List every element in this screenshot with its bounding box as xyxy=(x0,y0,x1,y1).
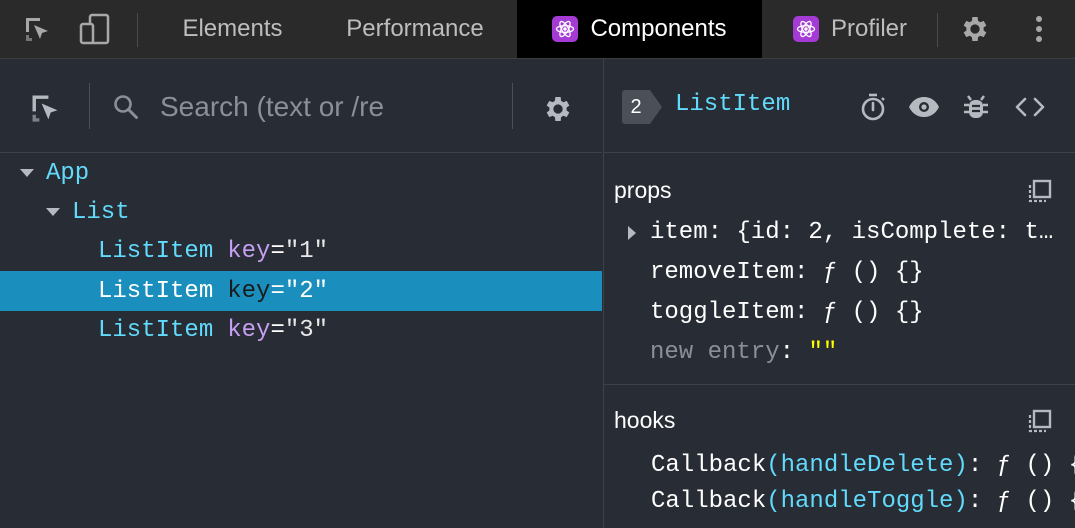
key-attr-value: "1" xyxy=(284,237,329,265)
collapse-triangle-icon[interactable] xyxy=(46,208,60,216)
new-entry-key-input[interactable]: new entry xyxy=(650,339,780,366)
key-equals: = xyxy=(270,316,285,344)
tab-performance[interactable]: Performance xyxy=(320,0,510,58)
selected-component-title: ListItem xyxy=(675,91,791,118)
toolbar-divider xyxy=(937,13,938,47)
copy-icon[interactable] xyxy=(1026,177,1054,205)
badge-arrow xyxy=(650,90,662,124)
hook-arg: (handleDelete) xyxy=(766,452,968,479)
owner-count-badge: 2 xyxy=(622,90,666,124)
key-attr-label: key xyxy=(227,277,271,305)
react-logo-icon xyxy=(792,16,819,42)
hook-row[interactable]: Callback(handleToggle): ƒ () {} xyxy=(651,488,1075,515)
props-section-title: props xyxy=(614,177,672,203)
stopwatch-icon[interactable] xyxy=(855,90,891,124)
toolbar-divider xyxy=(512,83,513,129)
new-entry-colon: : xyxy=(779,339,795,366)
prop-row-removeitem[interactable]: removeItem: ƒ () {} xyxy=(650,259,924,286)
bug-icon[interactable] xyxy=(958,90,994,124)
hook-row[interactable]: Callback(handleDelete): ƒ () {} xyxy=(651,452,1075,479)
tree-node-app[interactable]: App xyxy=(0,153,602,193)
prop-text: removeItem: ƒ () {} xyxy=(650,259,924,286)
select-element-icon[interactable] xyxy=(20,11,54,47)
tab-profiler[interactable]: Profiler xyxy=(770,0,930,58)
key-attr-label: key xyxy=(227,237,271,265)
hook-name: Callback xyxy=(651,488,767,515)
copy-icon[interactable] xyxy=(1026,407,1054,435)
inspector-pane: 2 ListItem props item: {id: 2, isComplet… xyxy=(603,59,1075,528)
tree-node-list[interactable]: List xyxy=(0,192,602,232)
tab-elements[interactable]: Elements xyxy=(160,0,305,58)
tree-toolbar xyxy=(0,59,602,153)
key-attr-value: "2" xyxy=(284,277,329,305)
hook-value: : ƒ () {} xyxy=(967,488,1075,515)
tree-node-listitem-selected[interactable]: ListItem key = "2" xyxy=(0,271,602,311)
prop-text: toggleItem: ƒ () {} xyxy=(650,299,924,326)
expand-triangle-icon[interactable] xyxy=(628,226,636,240)
new-entry-row[interactable]: new entry: "" xyxy=(650,339,837,366)
device-toolbar-icon[interactable] xyxy=(78,11,112,47)
component-name: List xyxy=(72,198,130,226)
hooks-section-title: hooks xyxy=(614,407,676,433)
tab-components[interactable]: Components xyxy=(517,0,762,58)
tab-label: Elements xyxy=(182,15,283,42)
component-tree-pane: App List ListItem key="1" ListItem key="… xyxy=(0,59,602,528)
react-logo-icon xyxy=(552,16,579,42)
component-name: ListItem xyxy=(98,316,214,344)
key-attr-value: "3" xyxy=(284,316,329,344)
prop-row-toggleitem[interactable]: toggleItem: ƒ () {} xyxy=(650,299,924,326)
hook-arg: (handleToggle) xyxy=(766,488,968,515)
settings-gear-icon[interactable] xyxy=(958,11,992,47)
search-input[interactable] xyxy=(160,87,500,127)
tree-node-listitem[interactable]: ListItem key = "1" xyxy=(0,231,602,271)
collapse-triangle-icon[interactable] xyxy=(20,169,34,177)
devtools-tab-bar: Elements Performance Components Profiler xyxy=(0,0,1075,59)
inspector-header: 2 ListItem xyxy=(604,59,1075,153)
prop-row-item[interactable]: item: {id: 2, isComplete: t… xyxy=(650,219,1053,246)
eye-icon[interactable] xyxy=(906,90,942,124)
new-entry-value-input[interactable]: "" xyxy=(808,339,837,366)
component-name: ListItem xyxy=(98,237,214,265)
hook-name: Callback xyxy=(651,452,767,479)
tree-node-listitem[interactable]: ListItem key = "3" xyxy=(0,310,602,350)
code-icon[interactable] xyxy=(1012,90,1048,124)
prop-text: item: {id: 2, isComplete: t… xyxy=(650,219,1054,246)
key-equals: = xyxy=(270,237,285,265)
tab-label: Profiler xyxy=(830,15,908,42)
tab-label: Performance xyxy=(346,15,484,42)
component-name: App xyxy=(46,159,90,187)
component-name: ListItem xyxy=(98,277,214,305)
more-vert-icon[interactable] xyxy=(1022,11,1056,47)
toolbar-divider xyxy=(89,83,90,129)
search-icon xyxy=(112,93,140,121)
key-attr-label: key xyxy=(227,316,271,344)
section-divider xyxy=(604,384,1075,385)
settings-gear-icon[interactable] xyxy=(540,91,576,127)
badge-number: 2 xyxy=(622,90,650,124)
select-element-icon[interactable] xyxy=(27,90,63,126)
toolbar-divider xyxy=(137,13,138,47)
tab-label: Components xyxy=(590,15,727,42)
key-equals: = xyxy=(270,277,285,305)
hook-value: : ƒ () {} xyxy=(967,452,1075,479)
